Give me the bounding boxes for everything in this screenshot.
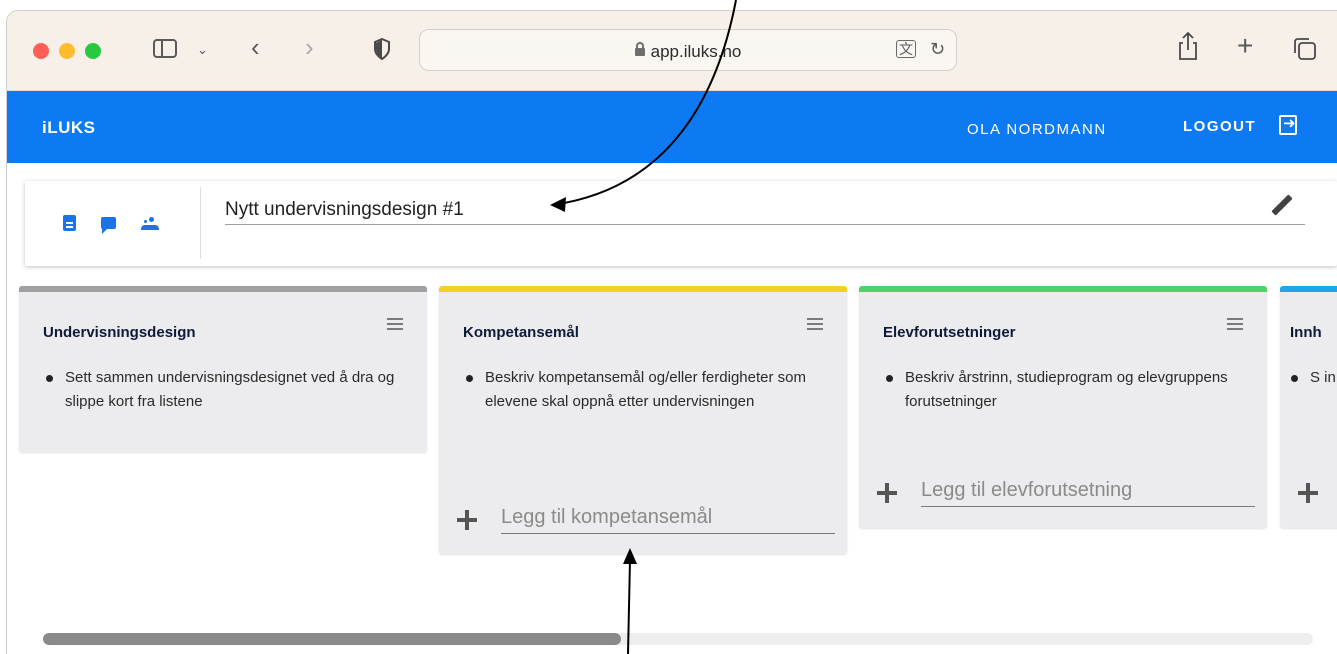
column-innhold[interactable]: Innh S in [1280,286,1337,528]
column-bullets: S in [1280,366,1337,390]
reload-icon[interactable]: ↻ [930,39,945,59]
back-icon[interactable]: ‹ [251,34,260,60]
column-elevforutsetninger[interactable]: Elevforutsetninger Beskriv årstrinn, stu… [859,286,1267,528]
divider [200,187,201,259]
add-elevforutsetning-input[interactable] [921,475,1255,507]
plus-icon[interactable] [877,483,897,503]
user-name[interactable]: OLA NORDMANN [967,121,1107,138]
logout-button[interactable]: LOGOUT [1183,118,1256,135]
design-title-card [25,181,1337,266]
close-window-button[interactable] [33,43,49,59]
column-title: Innh [1290,324,1322,341]
bullet-item: Beskriv kompetansemål og/eller ferdighet… [466,366,823,414]
column-bullets: Sett sammen undervisningsdesignet ved å … [19,366,427,414]
app-logo[interactable]: iLUKS [42,118,96,138]
bullet-item: S in [1291,366,1337,390]
pencil-icon[interactable] [1269,191,1297,219]
column-undervisningsdesign[interactable]: Undervisningsdesign Sett sammen undervis… [19,286,427,452]
bullet-item: Beskriv årstrinn, studieprogram og elevg… [886,366,1243,414]
bullet-item: Sett sammen undervisningsdesignet ved å … [46,366,403,414]
chevron-down-icon[interactable]: ⌄ [197,40,208,60]
lock-icon [634,42,645,56]
minimize-window-button[interactable] [59,43,75,59]
column-title: Undervisningsdesign [43,324,196,341]
maximize-window-button[interactable] [85,43,101,59]
tabs-overview-icon[interactable] [1293,37,1317,61]
column-title: Elevforutsetninger [883,324,1016,341]
app-header: iLUKS OLA NORDMANN LOGOUT [7,91,1337,163]
horizontal-scrollbar[interactable] [43,633,1313,645]
browser-window: ⌄ ‹ › app.iluks.no 文 ↻ + iLUKS OLA NORDM… [6,10,1337,654]
plus-icon[interactable] [1298,483,1318,503]
add-kompetansemal-row [457,502,835,536]
browser-toolbar: ⌄ ‹ › app.iluks.no 文 ↻ + [7,11,1337,91]
menu-icon[interactable] [387,318,403,330]
column-bullets: Beskriv årstrinn, studieprogram og elevg… [859,366,1267,414]
add-innhold-row [1298,475,1337,509]
column-kompetansemal[interactable]: Kompetansemål Beskriv kompetansemål og/e… [439,286,847,554]
column-title: Kompetansemål [463,324,579,341]
url-text: app.iluks.no [650,42,742,61]
chat-icon[interactable] [101,217,116,234]
address-bar[interactable]: app.iluks.no 文 ↻ [419,29,957,71]
column-bullets: Beskriv kompetansemål og/eller ferdighet… [439,366,847,414]
logout-icon[interactable] [1279,114,1297,135]
translate-icon[interactable]: 文 [896,40,916,58]
new-tab-icon[interactable]: + [1237,32,1253,60]
add-kompetansemal-input[interactable] [501,502,835,534]
document-icon[interactable] [63,215,76,231]
add-elevforutsetning-row [877,475,1255,509]
shield-icon[interactable] [373,38,391,60]
design-title-input[interactable] [225,195,1305,225]
sidebar-toggle-icon[interactable] [153,39,177,58]
menu-icon[interactable] [1227,318,1243,330]
plus-icon[interactable] [457,510,477,530]
share-icon[interactable] [1177,31,1199,61]
people-icon[interactable] [141,217,161,231]
menu-icon[interactable] [807,318,823,330]
scrollbar-thumb[interactable] [43,633,621,645]
forward-icon[interactable]: › [305,34,314,60]
